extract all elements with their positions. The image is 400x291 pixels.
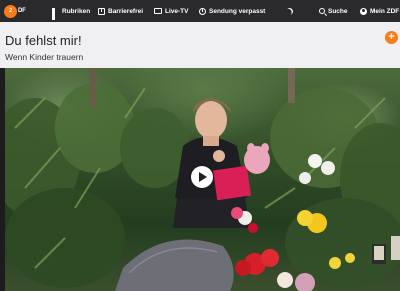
nav-rubriken-label: Rubriken [62,7,91,15]
dark-mode-toggle[interactable] [286,0,296,22]
moon-icon [285,6,295,16]
search-icon [319,8,325,14]
play-icon [199,172,207,182]
nav-live-tv-label: Live-TV [165,7,189,15]
play-button[interactable] [191,166,213,188]
content-header: Du fehlst mir! Wenn Kinder trauern + [0,22,400,68]
grid-icon [52,7,59,20]
accessibility-icon [98,7,105,15]
nav-mein-zdf-label: Mein ZDF [370,7,400,15]
zdf-logo-text: DF [18,8,26,14]
nav-live-tv[interactable]: Live-TV [154,0,188,22]
nav-sendung-verpasst[interactable]: Sendung verpasst [199,0,265,22]
grave-plate [115,239,234,291]
tv-icon [154,8,162,14]
nav-suche[interactable]: Suche [319,0,348,22]
zdf-logo-mark: 2 [4,4,17,18]
nav-barrierefrei-label: Barrierefrei [108,7,144,15]
plus-icon: + [388,31,395,43]
nav-rubriken[interactable]: Rubriken [52,0,90,22]
zdf-logo[interactable]: 2 DF [4,4,30,18]
nav-mein-zdf[interactable]: Mein ZDF [360,0,399,22]
clock-icon [199,7,206,15]
page-title: Du fehlst mir! [5,33,82,48]
add-to-list-button[interactable]: + [385,31,398,44]
user-icon [360,7,367,15]
top-navbar: 2 DF Rubriken Barrierefrei Live-TV Sendu… [0,0,400,22]
nav-suche-label: Suche [328,7,348,15]
nav-sendung-verpasst-label: Sendung verpasst [209,7,266,15]
nav-barrierefrei[interactable]: Barrierefrei [98,0,143,22]
girl-figure [173,98,270,228]
video-thumbnail[interactable] [5,68,400,291]
page-subtitle: Wenn Kinder trauern [5,52,84,62]
